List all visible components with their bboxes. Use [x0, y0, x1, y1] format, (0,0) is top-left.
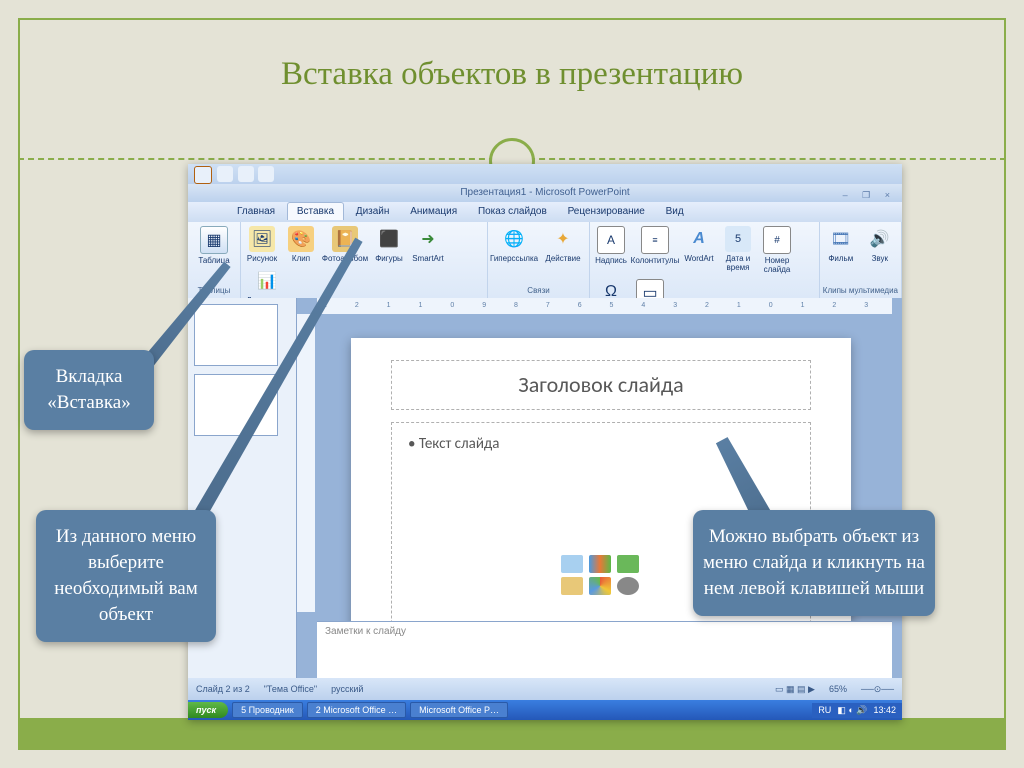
insert-smartart-icon[interactable] [617, 555, 639, 573]
view-buttons[interactable]: ▭ ▦ ▤ ▶ [775, 684, 815, 695]
insert-table-icon[interactable] [561, 555, 583, 573]
smartart-icon: ➜ [415, 226, 441, 252]
ribbon-group-media: 🎞Фильм 🔊Звук Клипы мультимедиа [820, 222, 902, 298]
insert-clipart-icon[interactable] [589, 577, 611, 595]
table-icon: ▦ [200, 226, 228, 254]
ribbon-btn-picture[interactable]: 🖼Рисунок [244, 224, 280, 263]
taskbar-button[interactable]: 2 Microsoft Office … [307, 702, 406, 718]
callout-slide-object: Можно выбрать объект из меню слайда и кл… [693, 510, 935, 616]
ribbon-group-illustrations: 🖼Рисунок 🎨Клип 📔Фотоальбом ⬛Фигуры ➜Smar… [241, 222, 488, 298]
status-bar: Слайд 2 из 2 "Тема Office" русский ▭ ▦ ▤… [188, 678, 902, 700]
window-controls[interactable]: – ❐ × [843, 186, 896, 204]
vertical-ruler [297, 314, 315, 612]
insert-media-icon[interactable] [617, 577, 639, 595]
chart-icon: 📊 [254, 268, 280, 294]
tab-home[interactable]: Главная [228, 203, 284, 220]
ribbon: ▦Таблица Таблицы 🖼Рисунок 🎨Клип 📔Фотоаль… [188, 222, 902, 299]
picture-icon: 🖼 [249, 226, 275, 252]
ribbon-btn-table[interactable]: ▦Таблица [191, 224, 237, 265]
status-language[interactable]: русский [331, 684, 363, 694]
notes-pane[interactable]: Заметки к слайду [317, 621, 892, 682]
clipart-icon: 🎨 [288, 226, 314, 252]
tab-insert[interactable]: Вставка [287, 202, 344, 220]
action-icon: ✦ [550, 226, 576, 252]
ribbon-btn-movie[interactable]: 🎞Фильм [823, 224, 859, 263]
tab-view[interactable]: Вид [657, 203, 693, 220]
movie-icon: 🎞 [828, 226, 854, 252]
datetime-icon: 5 [725, 226, 751, 252]
taskbar-button[interactable]: 5 Проводник [232, 702, 303, 718]
tab-animation[interactable]: Анимация [401, 203, 466, 220]
status-slide-counter: Слайд 2 из 2 [196, 684, 250, 694]
ribbon-btn-clipart[interactable]: 🎨Клип [283, 224, 319, 263]
taskbar-button[interactable]: Microsoft Office P… [410, 702, 508, 718]
headerfooter-icon: ≡ [641, 226, 669, 254]
textbox-icon: A [597, 226, 625, 254]
thumbnail-slide[interactable] [194, 304, 278, 366]
qat-redo-icon[interactable] [258, 166, 274, 182]
ribbon-group-text: AНадпись ≡Колонтитулы AWordArt 5Дата и в… [590, 222, 820, 298]
ribbon-btn-shapes[interactable]: ⬛Фигуры [371, 224, 407, 263]
hyperlink-icon: 🌐 [501, 226, 527, 252]
tray-language[interactable]: RU [818, 705, 831, 715]
tray-icons[interactable]: ◧ ◐ 🔊 [837, 705, 867, 716]
ribbon-btn-action[interactable]: ✦Действие [540, 224, 586, 263]
editor-area: 1 2 1 1 0 9 8 7 6 5 4 3 2 1 0 1 2 3 4 5 … [297, 298, 902, 682]
horizontal-ruler: 1 2 1 1 0 9 8 7 6 5 4 3 2 1 0 1 2 3 4 5 … [317, 298, 892, 314]
status-theme: "Тема Office" [264, 684, 317, 694]
insert-chart-icon[interactable] [589, 555, 611, 573]
content-placeholder-icons [561, 555, 641, 595]
ribbon-btn-textbox[interactable]: AНадпись [593, 224, 629, 265]
ribbon-btn-hyperlink[interactable]: 🌐Гиперссылка [491, 224, 537, 263]
quick-access-toolbar [188, 164, 902, 184]
sound-icon: 🔊 [867, 226, 893, 252]
ribbon-btn-smartart[interactable]: ➜SmartArt [410, 224, 446, 263]
windows-taskbar: пуск 5 Проводник 2 Microsoft Office … Mi… [188, 700, 902, 720]
ribbon-btn-slidenumber[interactable]: #Номер слайда [759, 224, 795, 274]
status-zoom[interactable]: 65% [829, 684, 847, 694]
insert-picture-icon[interactable] [561, 577, 583, 595]
qat-save-icon[interactable] [217, 166, 233, 182]
slide-title: Вставка объектов в презентацию [0, 56, 1024, 93]
tray-clock: 13:42 [873, 705, 896, 715]
qat-undo-icon[interactable] [238, 166, 254, 182]
system-tray[interactable]: RU ◧ ◐ 🔊 13:42 [812, 703, 902, 718]
callout-menu: Из данного меню выберите необходимый вам… [36, 510, 216, 642]
window-title: Презентация1 - Microsoft PowerPoint [460, 187, 629, 198]
wordart-icon: A [686, 226, 712, 252]
callout-tab: Вкладка «Вставка» [24, 350, 154, 430]
ribbon-btn-wordart[interactable]: AWordArt [681, 224, 717, 263]
title-placeholder[interactable]: Заголовок слайда [391, 360, 811, 410]
tab-design[interactable]: Дизайн [347, 203, 399, 220]
ribbon-group-links: 🌐Гиперссылка ✦Действие Связи [488, 222, 590, 298]
start-button[interactable]: пуск [188, 702, 228, 718]
zoom-slider[interactable]: ──⊙── [861, 684, 894, 695]
window-titlebar: Презентация1 - Microsoft PowerPoint – ❐ … [188, 184, 902, 202]
ribbon-tabs: Главная Вставка Дизайн Анимация Показ сл… [188, 202, 902, 222]
tab-slideshow[interactable]: Показ слайдов [469, 203, 556, 220]
tab-review[interactable]: Рецензирование [559, 203, 654, 220]
ribbon-btn-datetime[interactable]: 5Дата и время [720, 224, 756, 272]
ribbon-btn-sound[interactable]: 🔊Звук [862, 224, 898, 263]
shapes-icon: ⬛ [376, 226, 402, 252]
footer-bar [18, 718, 1006, 750]
office-button[interactable] [194, 166, 212, 184]
ribbon-btn-headerfooter[interactable]: ≡Колонтитулы [632, 224, 678, 265]
powerpoint-window: Презентация1 - Microsoft PowerPoint – ❐ … [188, 164, 902, 720]
slidenumber-icon: # [763, 226, 791, 254]
body-placeholder-text: Текст слайда [408, 435, 794, 453]
